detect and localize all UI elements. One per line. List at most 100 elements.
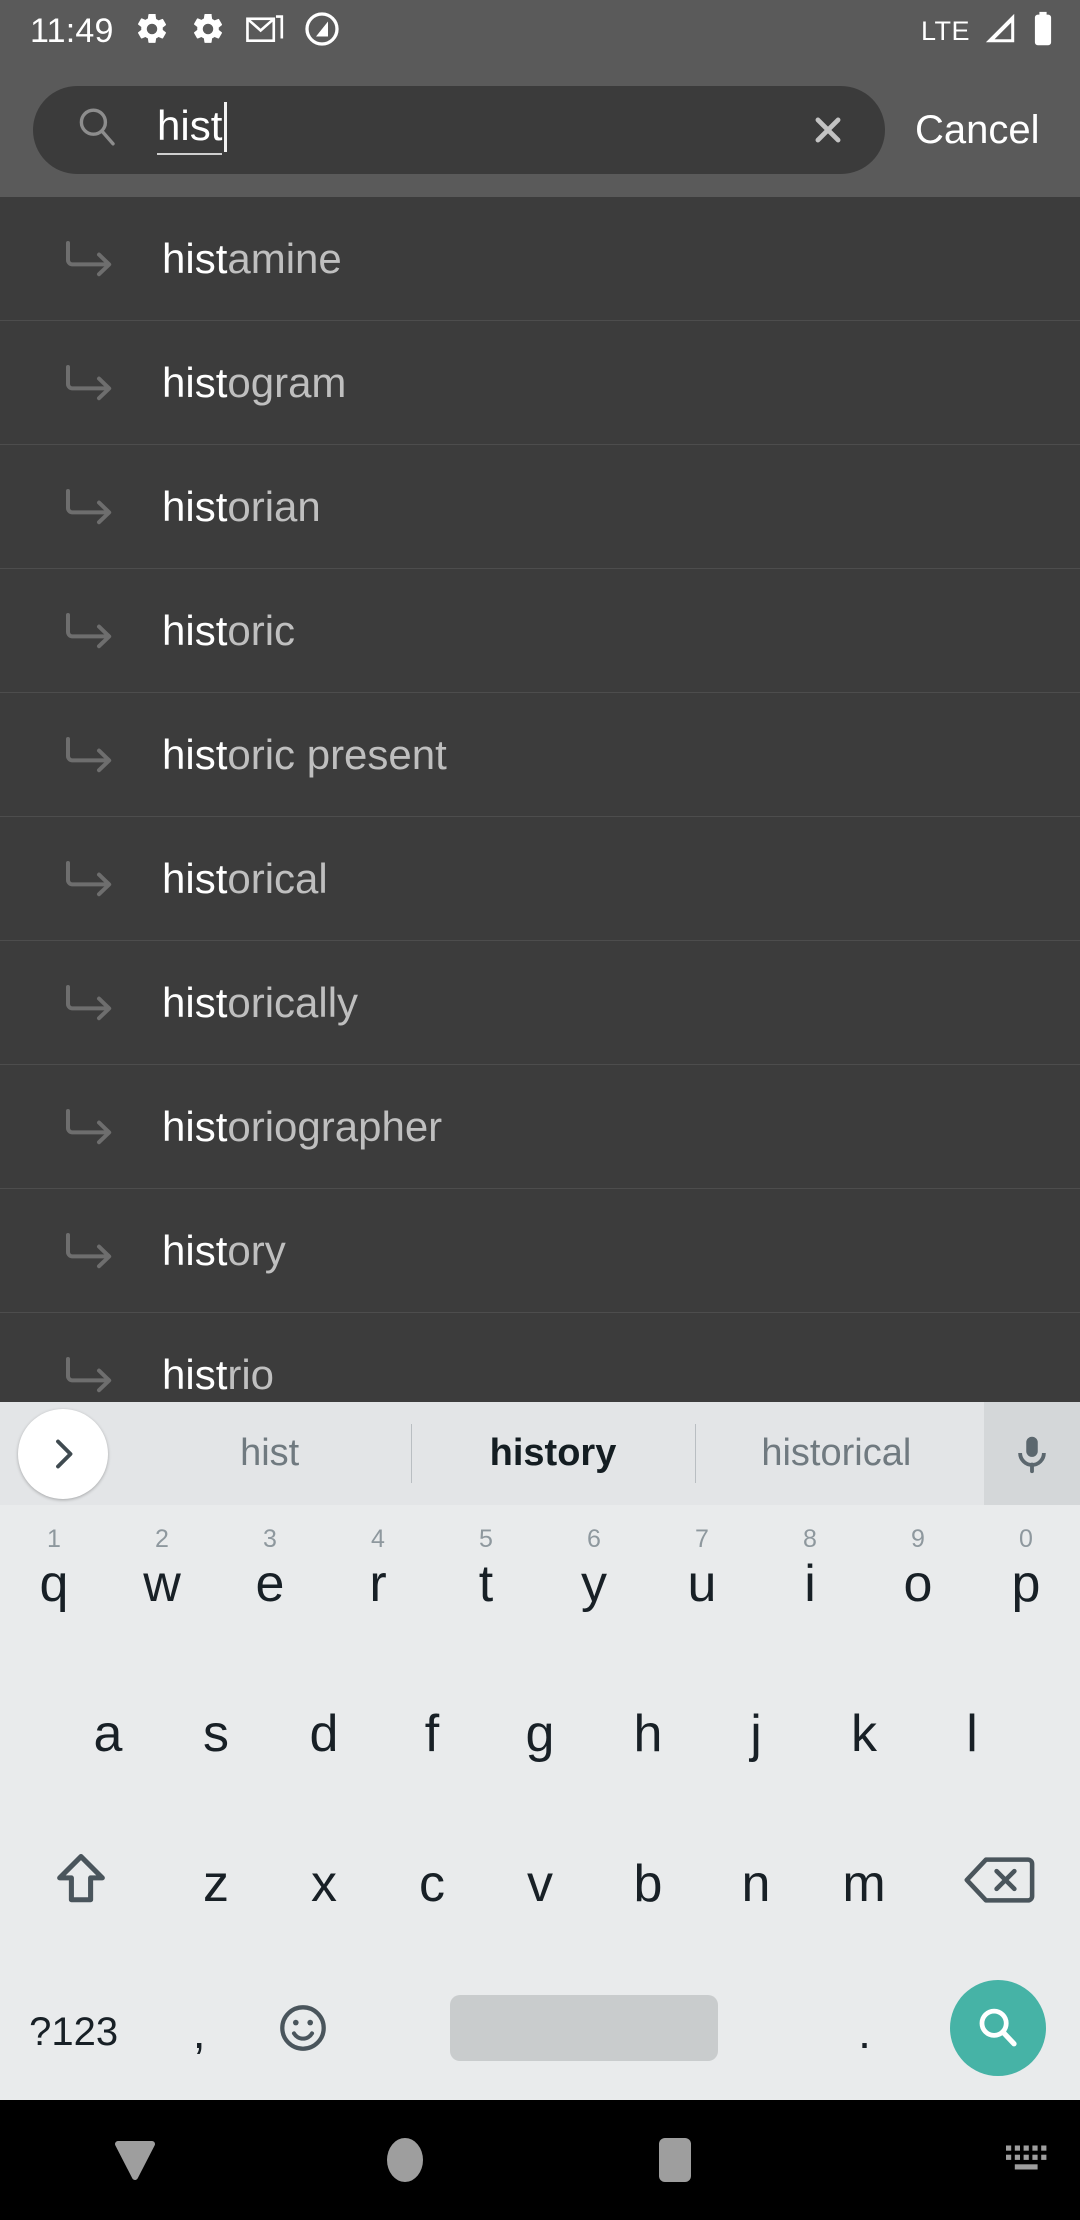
- return-arrow-icon: [62, 1105, 120, 1149]
- suggestion-label: historian: [162, 485, 321, 528]
- key-g[interactable]: g: [486, 1655, 594, 1805]
- return-arrow-icon: [62, 361, 120, 405]
- candidate-2[interactable]: historical: [694, 1402, 978, 1505]
- key-hint: 0: [1019, 1525, 1033, 1553]
- key-label: ?123: [29, 2009, 119, 2054]
- list-item[interactable]: historiographer: [0, 1065, 1080, 1189]
- key-d[interactable]: d: [270, 1655, 378, 1805]
- key-v[interactable]: v: [486, 1805, 594, 1955]
- search-field[interactable]: hist: [33, 85, 885, 174]
- shift-arrow-icon[interactable]: [0, 1805, 162, 1955]
- key-label: f: [424, 1705, 440, 1763]
- down-triangle-icon[interactable]: [0, 2100, 270, 2220]
- key-label: c: [419, 1855, 445, 1913]
- keyboard-icon[interactable]: [1002, 2138, 1052, 2183]
- key-hint: 8: [803, 1525, 817, 1553]
- key-label: n: [741, 1855, 771, 1913]
- keyboard-row-2[interactable]: a s d f g h j k l: [0, 1655, 1080, 1805]
- suggestion-prefix: hist: [162, 1350, 228, 1398]
- key-z[interactable]: z: [162, 1805, 270, 1955]
- key-space[interactable]: [355, 1955, 813, 2100]
- suggestion-label: historic present: [162, 730, 447, 778]
- microphone-icon[interactable]: [984, 1402, 1080, 1505]
- key-label: g: [525, 1705, 555, 1763]
- key-search-enter[interactable]: [916, 1955, 1080, 2100]
- emoji-smiley-icon[interactable]: [251, 1955, 355, 2100]
- status-time: 11:49: [30, 12, 114, 50]
- suggestion-label: historically: [162, 981, 358, 1024]
- key-p[interactable]: 0p: [972, 1505, 1080, 1655]
- key-comma[interactable]: ,: [147, 1955, 251, 2100]
- search-icon: [73, 103, 121, 156]
- key-h[interactable]: h: [594, 1655, 702, 1805]
- key-w[interactable]: 2w: [108, 1505, 216, 1655]
- list-item[interactable]: historic: [0, 569, 1080, 693]
- key-r[interactable]: 4r: [324, 1505, 432, 1655]
- key-label: v: [527, 1855, 553, 1913]
- return-arrow-icon: [62, 857, 120, 901]
- chevron-right-icon[interactable]: [18, 1408, 108, 1499]
- key-hint: 5: [479, 1525, 493, 1553]
- key-y[interactable]: 6y: [540, 1505, 648, 1655]
- key-label: l: [966, 1705, 978, 1763]
- suggestion-label: histogram: [162, 361, 346, 404]
- key-s[interactable]: s: [162, 1655, 270, 1805]
- key-u[interactable]: 7u: [648, 1505, 756, 1655]
- search-input-wrap[interactable]: hist: [157, 86, 793, 174]
- cancel-button[interactable]: Cancel: [915, 110, 1040, 150]
- key-q[interactable]: 1q: [0, 1505, 108, 1655]
- key-label: s: [203, 1705, 229, 1763]
- list-item[interactable]: histogram: [0, 321, 1080, 445]
- suggestion-rest: amine: [227, 234, 342, 282]
- keyboard-row-3[interactable]: z x c v b n m: [0, 1805, 1080, 1955]
- candidate-1[interactable]: history: [411, 1402, 694, 1505]
- suggestion-rest: oriographer: [227, 1102, 443, 1150]
- list-item[interactable]: historic present: [0, 693, 1080, 817]
- key-t[interactable]: 5t: [432, 1505, 540, 1655]
- candidate-0[interactable]: hist: [128, 1402, 411, 1505]
- key-j[interactable]: j: [702, 1655, 810, 1805]
- key-n[interactable]: n: [702, 1805, 810, 1955]
- search-icon: [950, 1979, 1047, 2076]
- circle-icon[interactable]: [270, 2100, 540, 2220]
- key-m[interactable]: m: [810, 1805, 918, 1955]
- list-item[interactable]: history: [0, 1189, 1080, 1313]
- candidate-list[interactable]: hist history historical: [128, 1402, 978, 1505]
- return-arrow-icon: [62, 1353, 120, 1397]
- suggestion-rest: oric present: [227, 730, 447, 778]
- key-symbols[interactable]: ?123: [0, 1955, 147, 2100]
- list-item[interactable]: historical: [0, 817, 1080, 941]
- keyboard-suggestion-strip[interactable]: hist history historical: [0, 1402, 1080, 1505]
- backspace-icon[interactable]: [918, 1805, 1080, 1955]
- list-item[interactable]: historian: [0, 445, 1080, 569]
- list-item[interactable]: histamine: [0, 197, 1080, 321]
- key-a[interactable]: a: [54, 1655, 162, 1805]
- square-icon[interactable]: [540, 2100, 810, 2220]
- suggestion-prefix: hist: [162, 606, 228, 654]
- key-k[interactable]: k: [810, 1655, 918, 1805]
- list-item[interactable]: historically: [0, 941, 1080, 1065]
- close-icon[interactable]: [793, 95, 863, 165]
- key-b[interactable]: b: [594, 1805, 702, 1955]
- key-o[interactable]: 9o: [864, 1505, 972, 1655]
- key-label: z: [203, 1855, 229, 1913]
- suggestion-prefix: hist: [162, 234, 228, 282]
- key-hint: 6: [587, 1525, 601, 1553]
- key-x[interactable]: x: [270, 1805, 378, 1955]
- keyboard-row-4[interactable]: ?123 , .: [0, 1955, 1080, 2100]
- suggestion-label: historiographer: [162, 1102, 443, 1150]
- key-label: i: [804, 1555, 816, 1613]
- key-hint: 7: [695, 1525, 709, 1553]
- search-suggestion-list[interactable]: histamine histogram historian historic h…: [0, 197, 1080, 1402]
- list-item[interactable]: histrio: [0, 1313, 1080, 1402]
- key-f[interactable]: f: [378, 1655, 486, 1805]
- keyboard-row-1[interactable]: 1q 2w 3e 4r 5t 6y 7u 8i 9o 0p: [0, 1505, 1080, 1655]
- key-period[interactable]: .: [813, 1955, 917, 2100]
- soft-keyboard[interactable]: hist history historical 1q 2w 3e 4r 5t 6…: [0, 1402, 1080, 2100]
- key-label: a: [93, 1705, 123, 1763]
- key-l[interactable]: l: [918, 1655, 1026, 1805]
- key-e[interactable]: 3e: [216, 1505, 324, 1655]
- key-i[interactable]: 8i: [756, 1505, 864, 1655]
- navigation-bar[interactable]: [0, 2100, 1080, 2220]
- key-c[interactable]: c: [378, 1805, 486, 1955]
